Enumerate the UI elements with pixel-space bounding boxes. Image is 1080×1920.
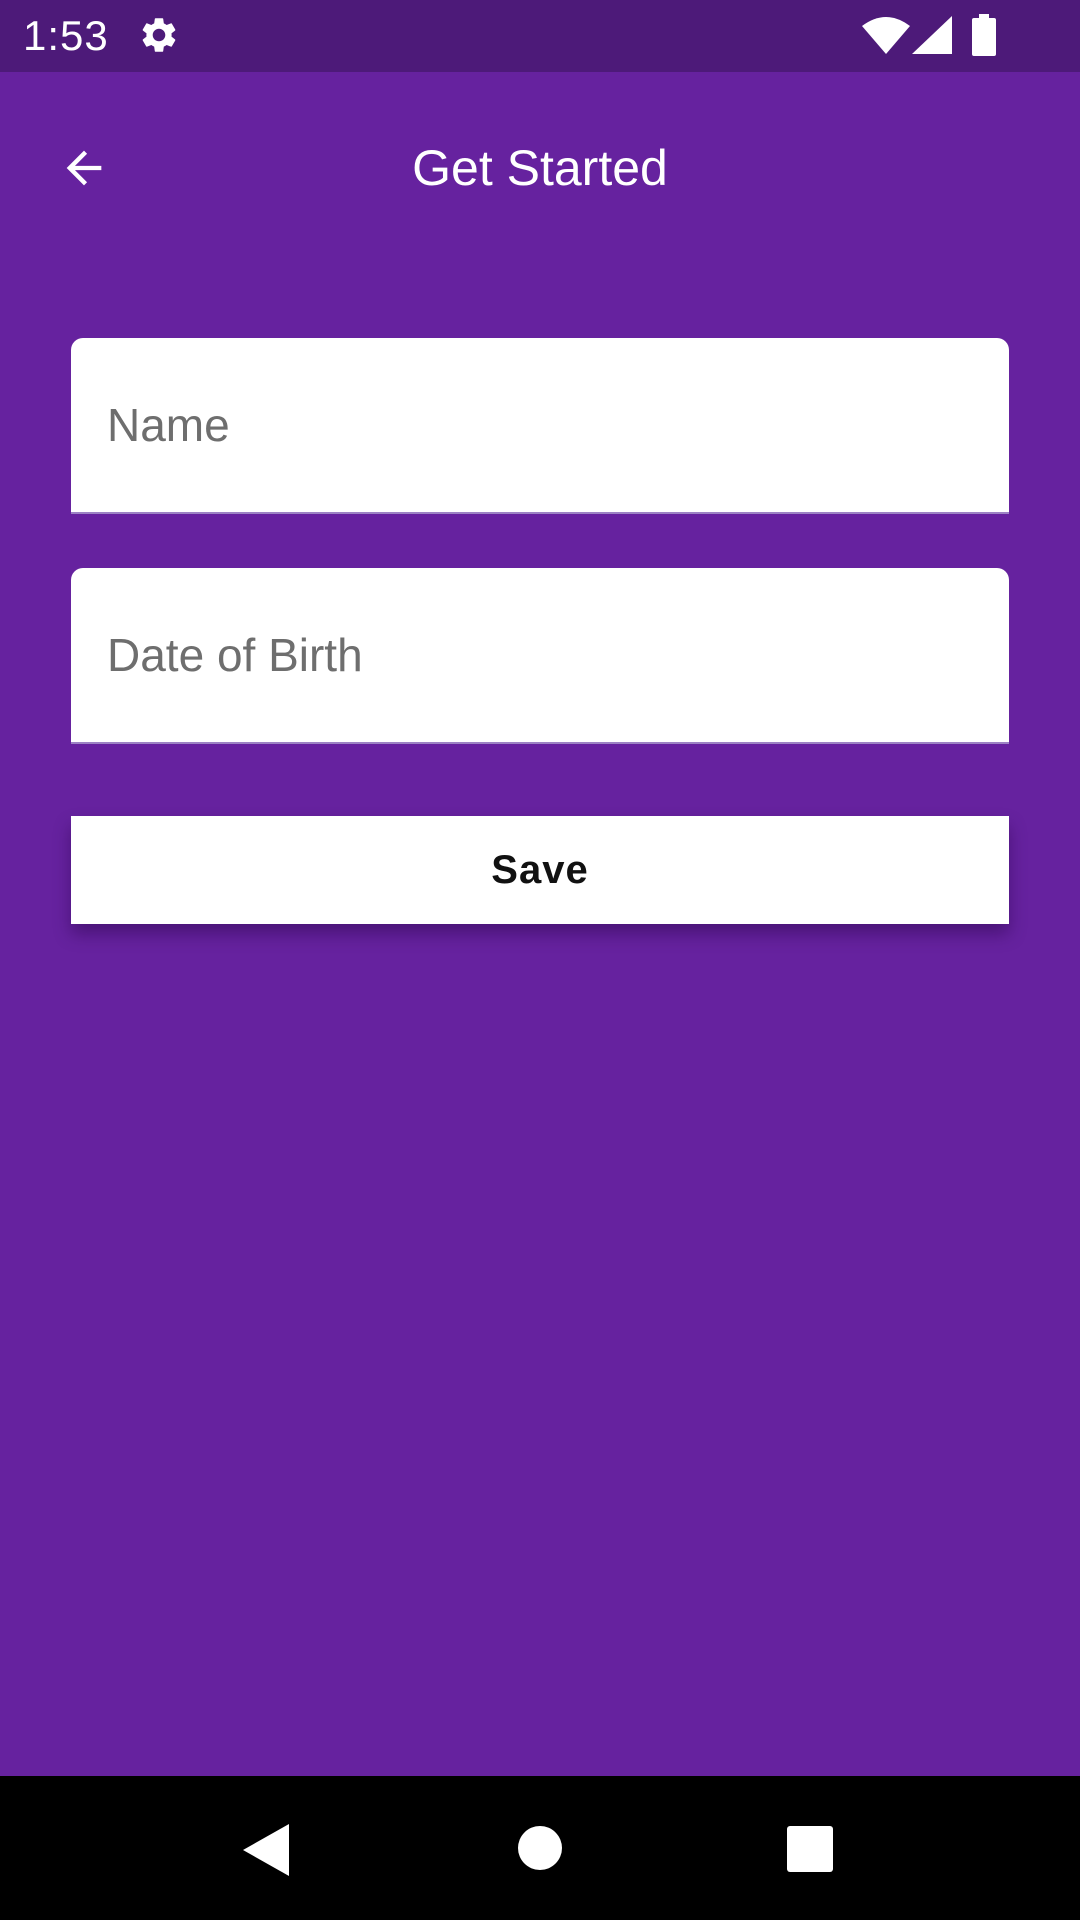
nav-back-icon[interactable] <box>243 1824 291 1876</box>
page-title: Get Started <box>412 140 668 196</box>
date-of-birth-field[interactable] <box>71 568 1009 744</box>
gear-icon <box>142 18 176 52</box>
save-button[interactable]: Save <box>71 816 1009 924</box>
name-field[interactable] <box>71 338 1009 514</box>
nav-home-icon[interactable] <box>518 1826 562 1870</box>
nav-recents-icon[interactable] <box>787 1826 833 1872</box>
signal-icon <box>912 16 952 54</box>
status-time: 1:53 <box>23 12 109 59</box>
get-started-screen: 1:53 Get Started Save <box>0 0 1080 1920</box>
app-bar: Get Started <box>0 72 1080 268</box>
battery-icon <box>972 14 996 56</box>
status-bar: 1:53 <box>0 0 1080 72</box>
navigation-bar <box>0 1776 1080 1920</box>
wifi-icon <box>862 17 910 54</box>
date-of-birth-input[interactable] <box>71 568 1009 742</box>
name-input[interactable] <box>71 338 1009 512</box>
